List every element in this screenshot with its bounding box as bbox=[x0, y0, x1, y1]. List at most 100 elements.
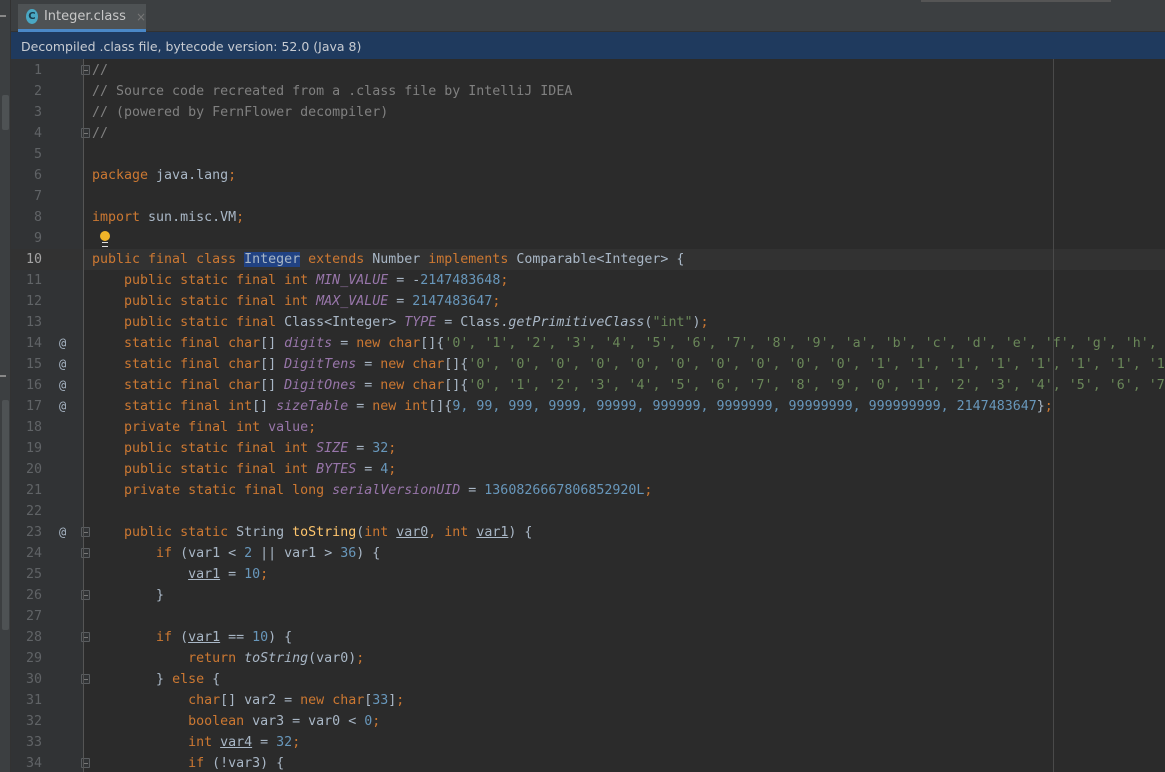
code-line: 14 @ static final char[] digits = new cha… bbox=[11, 333, 1165, 354]
code-token: (var1 < bbox=[180, 546, 245, 561]
line-number: 33 bbox=[25, 735, 42, 750]
line-number: 21 bbox=[25, 483, 42, 498]
line-number: 13 bbox=[25, 315, 42, 330]
code-line: 7 bbox=[11, 186, 1165, 207]
code-token: public static final int bbox=[124, 462, 317, 477]
code-text: public static final int BYTES = 4; bbox=[92, 459, 396, 480]
tool-window-strip bbox=[0, 0, 11, 772]
code-token: static final char bbox=[124, 336, 261, 351]
code-editor[interactable]: 1 // 2 // Source code recreated from a .cla… bbox=[11, 59, 1165, 772]
override-annotation-icon[interactable]: @ bbox=[59, 333, 66, 354]
code-token: toString bbox=[244, 651, 309, 666]
code-text: static final char[] DigitTens = new char… bbox=[92, 354, 1165, 375]
override-annotation-icon[interactable]: @ bbox=[59, 375, 66, 396]
code-token: SIZE bbox=[316, 441, 349, 456]
line-number: 4 bbox=[33, 126, 42, 141]
code-token: ; bbox=[260, 567, 269, 582]
code-token: TYPE bbox=[404, 315, 437, 330]
line-number: 26 bbox=[25, 588, 42, 603]
code-text: // (powered by FernFlower decompiler) bbox=[92, 102, 388, 123]
code-token: var1 bbox=[188, 630, 221, 645]
code-token: new char bbox=[300, 693, 365, 708]
code-text: static final char[] digits = new char[]{… bbox=[92, 333, 1165, 354]
code-token: public final class bbox=[92, 252, 245, 267]
code-token: digits bbox=[284, 336, 333, 351]
code-token: = Class. bbox=[436, 315, 509, 330]
tab-integer-class[interactable]: C Integer.class × bbox=[18, 4, 146, 32]
code-token: ; bbox=[228, 168, 237, 183]
code-token: ; bbox=[388, 441, 397, 456]
line-number: 6 bbox=[33, 168, 42, 183]
code-token: BYTES bbox=[316, 462, 357, 477]
code-token: 1360826667806852920L bbox=[484, 483, 645, 498]
code-token: Class<Integer> bbox=[284, 315, 405, 330]
code-text: // bbox=[92, 60, 108, 81]
line-number: 28 bbox=[25, 630, 42, 645]
code-line: 19 public static final int SIZE = 32; bbox=[11, 438, 1165, 459]
code-line: 33 int var4 = 32; bbox=[11, 732, 1165, 753]
code-token: var1 bbox=[476, 525, 509, 540]
code-token: , int bbox=[428, 525, 477, 540]
line-number: 16 bbox=[25, 378, 42, 393]
line-number: 11 bbox=[25, 273, 42, 288]
code-token: = bbox=[332, 336, 357, 351]
code-token: ; bbox=[372, 714, 381, 729]
override-annotation-icon[interactable]: @ bbox=[59, 522, 66, 543]
code-token: 32 bbox=[372, 441, 389, 456]
code-token: ( bbox=[180, 630, 189, 645]
code-text: public static final int MIN_VALUE = -214… bbox=[92, 270, 508, 291]
code-token: var1 bbox=[188, 567, 221, 582]
code-token: } bbox=[1036, 399, 1045, 414]
line-number: 15 bbox=[25, 357, 42, 372]
line-number: 20 bbox=[25, 462, 42, 477]
code-token: 10 bbox=[244, 567, 261, 582]
close-tab-icon[interactable]: × bbox=[136, 10, 146, 24]
code-token: sun.misc.VM bbox=[148, 210, 237, 225]
code-text: } bbox=[92, 585, 164, 606]
line-number: 24 bbox=[25, 546, 42, 561]
code-token: if bbox=[156, 630, 181, 645]
code-line: 6 package java.lang; bbox=[11, 165, 1165, 186]
code-text: private static final long serialVersionU… bbox=[92, 480, 652, 501]
code-text: static final char[] DigitOnes = new char… bbox=[92, 375, 1165, 396]
line-number: 9 bbox=[33, 231, 42, 246]
code-token: ) { bbox=[508, 525, 533, 540]
code-token: private static final long bbox=[124, 483, 333, 498]
code-token: ; bbox=[388, 462, 397, 477]
code-token: public static final int bbox=[124, 441, 317, 456]
code-text: public static final Class<Integer> TYPE … bbox=[92, 312, 708, 333]
code-token: []{ bbox=[420, 336, 445, 351]
code-line: 32 boolean var3 = var0 < 0; bbox=[11, 711, 1165, 732]
code-line: 23 @ public static String toString(int va… bbox=[11, 522, 1165, 543]
override-annotation-icon[interactable]: @ bbox=[59, 354, 66, 375]
code-line: 10 public final class Integer extends Num… bbox=[11, 249, 1165, 270]
code-token: (var0) bbox=[308, 651, 357, 666]
code-token: ) { bbox=[356, 546, 381, 561]
lightbulb-intention-icon[interactable] bbox=[100, 231, 110, 247]
code-token: getPrimitiveClass bbox=[508, 315, 645, 330]
code-token: (!var3) { bbox=[212, 756, 285, 771]
code-text: boolean var3 = var0 < 0; bbox=[92, 711, 380, 732]
code-token: MIN_VALUE bbox=[316, 273, 389, 288]
code-line: 15 @ static final char[] DigitTens = new … bbox=[11, 354, 1165, 375]
editor-tab-bar: C Integer.class × bbox=[11, 0, 1165, 32]
line-number: 3 bbox=[33, 105, 42, 120]
char-array-literal: '0', '1', '2', '3', '4', '5', '6', '7', … bbox=[444, 336, 1165, 351]
code-text: if (!var3) { bbox=[92, 753, 284, 772]
code-line: 31 char[] var2 = new char[33]; bbox=[11, 690, 1165, 711]
code-token: ; bbox=[1044, 399, 1053, 414]
line-number: 2 bbox=[33, 84, 42, 99]
code-token: toString bbox=[292, 525, 357, 540]
override-annotation-icon[interactable]: @ bbox=[59, 396, 66, 417]
code-text: import sun.misc.VM; bbox=[92, 207, 244, 228]
code-text: var1 = 10; bbox=[92, 564, 268, 585]
code-token: == bbox=[220, 630, 253, 645]
code-token: [] bbox=[260, 336, 285, 351]
